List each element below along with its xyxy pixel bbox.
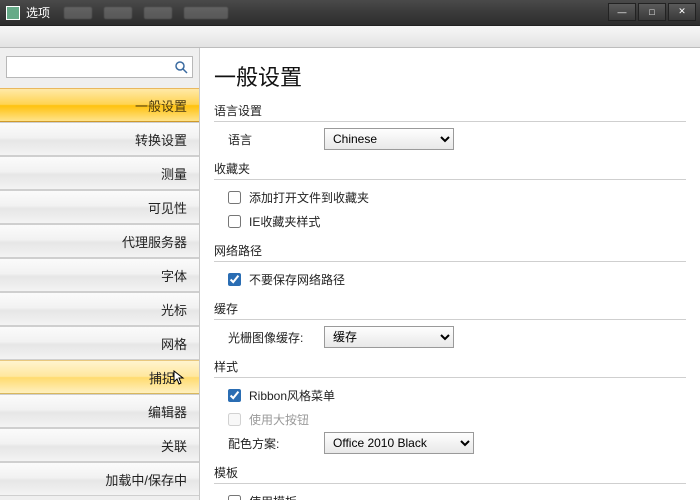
sidebar-item-label: 捕捉 (149, 368, 175, 387)
sidebar-item-1[interactable]: 转换设置 (0, 122, 199, 156)
section-favorites: 收藏夹 添加打开文件到收藏夹 IE收藏夹样式 (214, 160, 686, 232)
add-open-files-label: 添加打开文件到收藏夹 (249, 189, 369, 206)
section-title-netpath: 网络路径 (214, 242, 686, 259)
search-input-wrap[interactable] (6, 56, 193, 78)
sidebar-item-6[interactable]: 光标 (0, 292, 199, 326)
ribbon-checkbox[interactable] (228, 389, 241, 402)
search-input[interactable] (11, 60, 174, 74)
scheme-label: 配色方案: (228, 435, 316, 452)
app-icon (6, 6, 20, 20)
divider (214, 483, 686, 484)
sidebar-item-label: 测量 (161, 164, 187, 183)
section-template: 模板 使用模板 模板名 (214, 464, 686, 500)
language-label: 语言 (228, 131, 316, 148)
ie-style-label: IE收藏夹样式 (249, 213, 320, 230)
section-title-cache: 缓存 (214, 300, 686, 317)
sidebar-item-9[interactable]: 编辑器 (0, 394, 199, 428)
sidebar-item-label: 光标 (161, 300, 187, 319)
menu-blur-group (64, 7, 228, 19)
use-template-label: 使用模板 (249, 493, 297, 500)
window-controls: — □ ✕ (606, 3, 696, 23)
section-title-favorites: 收藏夹 (214, 160, 686, 177)
search-icon (174, 60, 188, 74)
section-cache: 缓存 光栅图像缓存: 缓存 (214, 300, 686, 348)
sidebar-item-11[interactable]: 加载中/保存中 (0, 462, 199, 496)
sidebar-item-8[interactable]: 捕捉 (0, 360, 199, 394)
divider (214, 179, 686, 180)
sidebar-item-label: 一般设置 (135, 96, 187, 115)
sidebar-item-label: 网格 (161, 334, 187, 353)
sidebar-item-4[interactable]: 代理服务器 (0, 224, 199, 258)
sidebar-item-5[interactable]: 字体 (0, 258, 199, 292)
divider (214, 121, 686, 122)
cache-select[interactable]: 缓存 (324, 326, 454, 348)
cache-label: 光栅图像缓存: (228, 329, 316, 346)
window-title: 选项 (26, 4, 50, 21)
divider (214, 377, 686, 378)
sidebar-item-label: 转换设置 (135, 130, 187, 149)
divider (214, 319, 686, 320)
section-style: 样式 Ribbon风格菜单 使用大按钮 配色方案: Office 2010 Bl… (214, 358, 686, 454)
sidebar-item-10[interactable]: 关联 (0, 428, 199, 462)
use-template-checkbox[interactable] (228, 495, 241, 500)
sidebar-item-3[interactable]: 可见性 (0, 190, 199, 224)
sidebar: 一般设置转换设置测量可见性代理服务器字体光标网格捕捉编辑器关联加载中/保存中 (0, 48, 200, 500)
sidebar-item-label: 加载中/保存中 (105, 470, 187, 489)
sidebar-item-0[interactable]: 一般设置 (0, 88, 199, 122)
minimize-button[interactable]: — (608, 3, 636, 21)
big-buttons-label: 使用大按钮 (249, 411, 309, 428)
sidebar-nav: 一般设置转换设置测量可见性代理服务器字体光标网格捕捉编辑器关联加载中/保存中 (0, 88, 199, 500)
menubar (0, 26, 700, 48)
sidebar-item-7[interactable]: 网格 (0, 326, 199, 360)
sidebar-item-label: 关联 (161, 436, 187, 455)
maximize-button[interactable]: □ (638, 3, 666, 21)
sidebar-item-label: 可见性 (148, 198, 187, 217)
ie-style-checkbox[interactable] (228, 215, 241, 228)
ribbon-label: Ribbon风格菜单 (249, 387, 335, 404)
sidebar-item-label: 代理服务器 (122, 232, 187, 251)
add-open-files-checkbox[interactable] (228, 191, 241, 204)
dont-save-netpath-checkbox[interactable] (228, 273, 241, 286)
sidebar-item-label: 编辑器 (148, 402, 187, 421)
titlebar: 选项 — □ ✕ (0, 0, 700, 26)
section-title-template: 模板 (214, 464, 686, 481)
section-title-style: 样式 (214, 358, 686, 375)
section-title-language: 语言设置 (214, 102, 686, 119)
content-pane: 一般设置 语言设置 语言 Chinese 收藏夹 添加打开文件到收藏夹 IE收藏… (200, 48, 700, 500)
dont-save-netpath-label: 不要保存网络路径 (249, 271, 345, 288)
section-language: 语言设置 语言 Chinese (214, 102, 686, 150)
divider (214, 261, 686, 262)
sidebar-item-2[interactable]: 测量 (0, 156, 199, 190)
big-buttons-checkbox (228, 413, 241, 426)
scheme-select[interactable]: Office 2010 Black (324, 432, 474, 454)
language-select[interactable]: Chinese (324, 128, 454, 150)
sidebar-item-label: 字体 (161, 266, 187, 285)
page-title: 一般设置 (214, 60, 686, 92)
close-button[interactable]: ✕ (668, 3, 696, 21)
cursor-icon (173, 370, 185, 389)
section-netpath: 网络路径 不要保存网络路径 (214, 242, 686, 290)
